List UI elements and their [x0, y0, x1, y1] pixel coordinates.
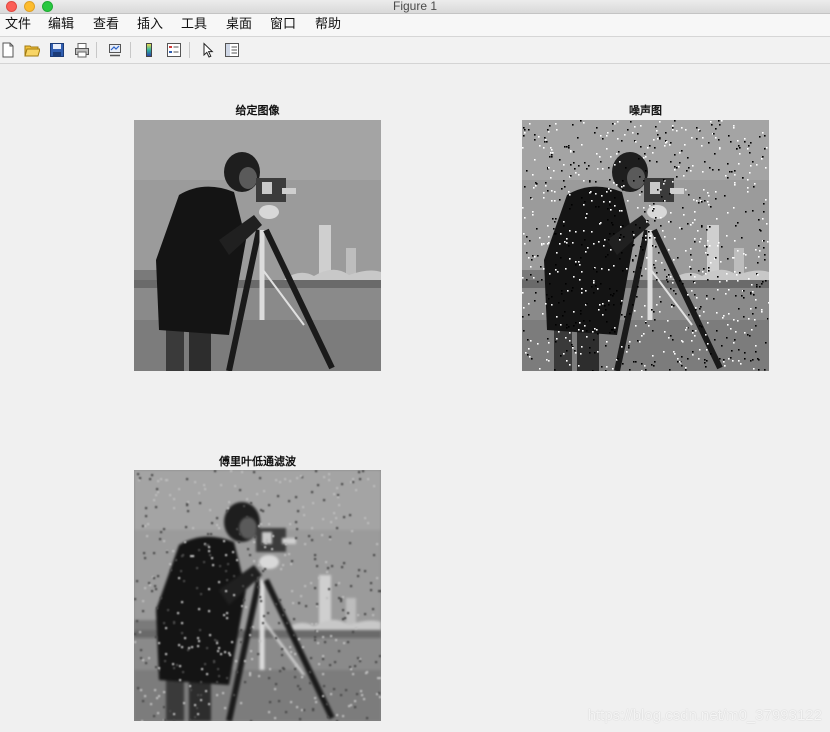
image-original [134, 120, 381, 371]
link-plot-button[interactable] [105, 40, 125, 60]
subplot-title-noisy: 噪声图 [629, 104, 662, 117]
image-noisy [522, 120, 769, 371]
print-button[interactable] [72, 40, 92, 60]
toolbar [0, 37, 830, 64]
new-figure-button[interactable] [0, 40, 18, 60]
menu-file[interactable]: 文件 [5, 17, 31, 33]
title-bar: Figure 1 [0, 0, 830, 14]
save-button[interactable] [47, 40, 67, 60]
pointer-button[interactable] [198, 40, 218, 60]
watermark: https://blog.csdn.net/m0_37993122 [587, 707, 822, 724]
menu-window[interactable]: 窗口 [270, 17, 296, 33]
toolbar-separator [96, 42, 97, 58]
menu-help[interactable]: 帮助 [315, 17, 341, 33]
property-inspector-icon [225, 43, 239, 57]
toolbar-separator [130, 42, 131, 58]
print-icon [75, 43, 89, 58]
open-file-button[interactable] [22, 40, 42, 60]
subplot-title-filtered: 傅里叶低通滤波 [219, 455, 296, 468]
pointer-icon [203, 42, 214, 58]
window-title: Figure 1 [392, 0, 438, 13]
legend-button[interactable] [164, 40, 184, 60]
subplot-title-original: 给定图像 [235, 104, 280, 117]
menu-view[interactable]: 查看 [93, 17, 119, 33]
link-plot-icon [109, 44, 121, 57]
menu-edit[interactable]: 编辑 [48, 17, 74, 33]
colorbar-button[interactable] [139, 40, 159, 60]
new-figure-icon [2, 42, 14, 58]
save-icon [50, 43, 64, 57]
menu-insert[interactable]: 插入 [137, 17, 163, 33]
menu-tools[interactable]: 工具 [181, 17, 207, 33]
property-inspector-button[interactable] [222, 40, 242, 60]
open-file-icon [24, 45, 40, 57]
image-filtered [134, 470, 381, 721]
legend-icon [167, 43, 181, 57]
toolbar-separator [189, 42, 190, 58]
menu-bar: 文件 编辑 查看 插入 工具 桌面 窗口 帮助 [0, 14, 830, 37]
menu-desktop[interactable]: 桌面 [226, 17, 252, 33]
colorbar-icon [146, 43, 152, 57]
